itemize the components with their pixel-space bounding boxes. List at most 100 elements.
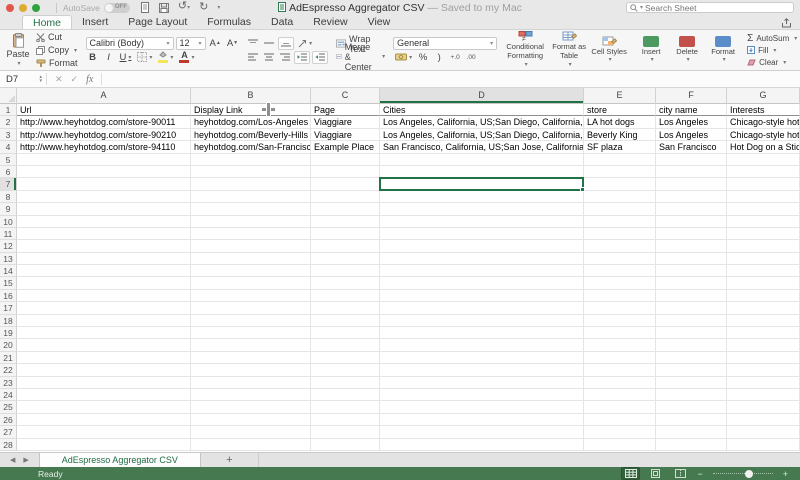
cell-G24[interactable] — [727, 389, 800, 401]
cell-E13[interactable] — [584, 253, 656, 265]
increase-indent-button[interactable] — [312, 51, 328, 64]
row-header-26[interactable]: 26 — [0, 414, 17, 426]
percent-style-button[interactable]: % — [416, 51, 430, 64]
cell-D24[interactable] — [380, 389, 584, 401]
cell-C19[interactable] — [311, 327, 380, 339]
number-format-select[interactable]: General▾ — [393, 37, 497, 50]
cell-E15[interactable] — [584, 277, 656, 289]
cell-D4[interactable]: San Francisco, California, US;San Jose, … — [380, 141, 584, 153]
cell-B5[interactable] — [191, 154, 311, 166]
cell-C9[interactable] — [311, 203, 380, 215]
close-window-button[interactable] — [6, 4, 14, 12]
comma-style-button[interactable]: ) — [432, 51, 446, 64]
cell-D21[interactable] — [380, 352, 584, 364]
cell-G2[interactable]: Chicago-style hot dog — [727, 116, 800, 128]
row-header-10[interactable]: 10 — [0, 216, 17, 228]
cell-G5[interactable] — [727, 154, 800, 166]
cut-button[interactable]: Cut — [34, 31, 80, 43]
cell-A14[interactable] — [17, 265, 191, 277]
cell-G18[interactable] — [727, 315, 800, 327]
cell-E6[interactable] — [584, 166, 656, 178]
cell-C4[interactable]: Example Place — [311, 141, 380, 153]
cell-E21[interactable] — [584, 352, 656, 364]
fill-button[interactable]: Fill — [747, 45, 797, 56]
cell-A15[interactable] — [17, 277, 191, 289]
cell-D14[interactable] — [380, 265, 584, 277]
cell-E24[interactable] — [584, 389, 656, 401]
cell-C26[interactable] — [311, 414, 380, 426]
cell-F23[interactable] — [656, 377, 727, 389]
cell-A16[interactable] — [17, 290, 191, 302]
cell-A12[interactable] — [17, 240, 191, 252]
cell-D17[interactable] — [380, 302, 584, 314]
cell-B3[interactable]: heyhotdog.com/Beverly-Hills — [191, 129, 311, 141]
add-sheet-button[interactable]: + — [201, 453, 259, 467]
undo-button[interactable]: ↺▾ — [178, 1, 190, 14]
format-painter-button[interactable]: Format — [34, 57, 80, 69]
cell-F10[interactable] — [656, 216, 727, 228]
cell-G12[interactable] — [727, 240, 800, 252]
name-box[interactable]: D7 ▲▼ — [0, 71, 46, 87]
cell-D7[interactable] — [380, 178, 584, 190]
cancel-entry-button[interactable]: ✕ — [55, 74, 63, 85]
cell-E12[interactable] — [584, 240, 656, 252]
cell-A18[interactable] — [17, 315, 191, 327]
cell-C24[interactable] — [311, 389, 380, 401]
cell-D9[interactable] — [380, 203, 584, 215]
search-scope-caret-icon[interactable]: ▾ — [640, 4, 643, 11]
cell-A6[interactable] — [17, 166, 191, 178]
row-header-24[interactable]: 24 — [0, 389, 17, 401]
align-right-button[interactable] — [278, 51, 292, 64]
cell-E7[interactable] — [584, 178, 656, 190]
row-header-15[interactable]: 15 — [0, 277, 17, 289]
cell-C3[interactable]: Viaggiare — [311, 129, 380, 141]
row-header-8[interactable]: 8 — [0, 191, 17, 203]
decrease-decimal-button[interactable]: .00 — [464, 51, 478, 64]
cell-C5[interactable] — [311, 154, 380, 166]
share-icon[interactable] — [781, 18, 792, 28]
sheet-tab-active[interactable]: AdEspresso Aggregator CSV — [39, 453, 201, 467]
cell-F13[interactable] — [656, 253, 727, 265]
cell-B14[interactable] — [191, 265, 311, 277]
cell-E8[interactable] — [584, 191, 656, 203]
cell-G1[interactable]: Interests — [727, 104, 800, 116]
autosave-toggle[interactable]: AutoSave OFF — [63, 3, 130, 13]
align-middle-button[interactable] — [262, 37, 276, 50]
cell-D18[interactable] — [380, 315, 584, 327]
cell-F28[interactable] — [656, 439, 727, 451]
minimize-window-button[interactable] — [19, 4, 27, 12]
cell-G25[interactable] — [727, 401, 800, 413]
cell-E26[interactable] — [584, 414, 656, 426]
insert-function-button[interactable]: fx — [86, 74, 93, 85]
row-header-1[interactable]: 1 — [0, 104, 17, 116]
cell-D3[interactable]: Los Angeles, California, US;San Diego, C… — [380, 129, 584, 141]
delete-cells-button[interactable]: Delete — [669, 36, 705, 65]
cell-B26[interactable] — [191, 414, 311, 426]
confirm-entry-button[interactable]: ✓ — [71, 74, 79, 85]
row-header-19[interactable]: 19 — [0, 327, 17, 339]
cell-C10[interactable] — [311, 216, 380, 228]
cell-F8[interactable] — [656, 191, 727, 203]
cell-E23[interactable] — [584, 377, 656, 389]
cell-D22[interactable] — [380, 364, 584, 376]
cell-E11[interactable] — [584, 228, 656, 240]
cell-F21[interactable] — [656, 352, 727, 364]
autosave-switch-icon[interactable]: OFF — [104, 3, 130, 13]
row-header-3[interactable]: 3 — [0, 129, 17, 141]
cell-A8[interactable] — [17, 191, 191, 203]
menu-tab-page-layout[interactable]: Page Layout — [118, 15, 197, 29]
cell-B19[interactable] — [191, 327, 311, 339]
cell-C25[interactable] — [311, 401, 380, 413]
cell-G20[interactable] — [727, 339, 800, 351]
menu-tab-home[interactable]: Home — [22, 15, 72, 29]
cell-D5[interactable] — [380, 154, 584, 166]
font-color-button[interactable]: A — [177, 51, 196, 64]
increase-font-size-button[interactable]: A▲ — [208, 37, 223, 50]
cell-G9[interactable] — [727, 203, 800, 215]
menu-tab-view[interactable]: View — [358, 15, 401, 29]
cell-A13[interactable] — [17, 253, 191, 265]
cell-D13[interactable] — [380, 253, 584, 265]
cell-E4[interactable]: SF plaza — [584, 141, 656, 153]
cell-A4[interactable]: http://www.heyhotdog.com/store-94110 — [17, 141, 191, 153]
zoom-slider[interactable] — [713, 473, 773, 474]
